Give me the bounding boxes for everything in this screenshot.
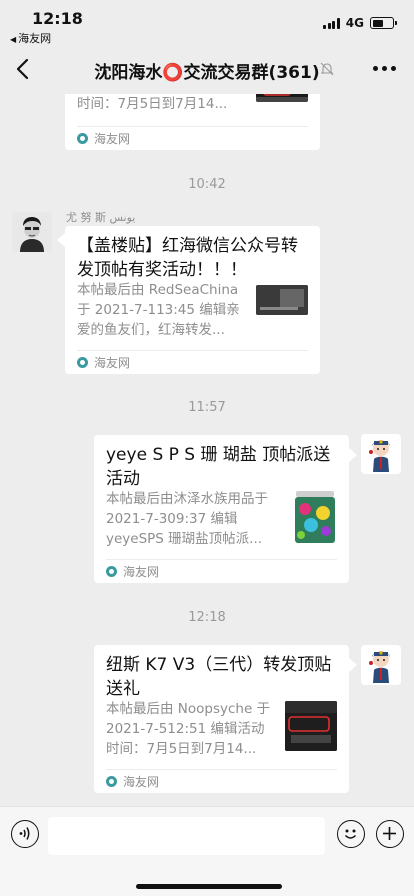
network-type: 4G	[345, 16, 364, 30]
card-thumbnail	[293, 491, 337, 543]
card-thumbnail	[256, 285, 308, 315]
source-logo-icon	[77, 133, 88, 144]
link-card-partial[interactable]: 时间：7月5日到7月14... 海友网	[65, 94, 320, 150]
link-card[interactable]: 【盖楼贴】红海微信公众号转发顶帖有奖活动！！！ 本帖最后由 RedSeaChin…	[65, 226, 320, 374]
link-card[interactable]: 纽斯 K7 V3（三代）转发顶贴送礼 本帖最后由 Noopsyche 于 202…	[94, 645, 349, 793]
card-description: 本帖最后由 RedSeaChina 于 2021-7-113:45 编辑亲爱的鱼…	[77, 282, 240, 338]
self-avatar[interactable]	[361, 645, 401, 685]
card-source: 海友网	[94, 356, 131, 370]
signal-icon	[323, 17, 340, 29]
sender-name: 尤 努 斯 يونس	[66, 211, 136, 224]
source-logo-icon	[77, 357, 88, 368]
card-title: 纽斯 K7 V3（三代）转发顶贴送礼	[106, 655, 332, 699]
card-source: 海友网	[123, 565, 160, 579]
timestamp-divider: 10:42	[188, 177, 226, 192]
self-avatar[interactable]	[361, 434, 401, 474]
status-indicators: 4G	[323, 16, 397, 30]
source-logo-icon	[106, 776, 117, 787]
plus-icon	[383, 827, 396, 840]
back-triangle-icon: ◀	[10, 35, 17, 44]
status-time: 12:18	[32, 9, 83, 28]
card-thumbnail	[285, 701, 337, 751]
smiley-icon	[344, 829, 357, 839]
card-footer: 海友网	[106, 769, 337, 793]
card-source: 海友网	[94, 132, 131, 146]
card-source: 海友网	[123, 775, 160, 789]
nav-bar: 沈阳海水⭕交流交易群(361)	[0, 44, 414, 94]
status-bar: 12:18 ◀ 海友网 4G	[0, 0, 414, 45]
timestamp-divider: 11:57	[188, 400, 226, 415]
card-description: 本帖最后由沐泽水族用品于 2021-7-309:37 编辑 yeyeSPS 珊瑚…	[106, 491, 268, 547]
voice-input-button[interactable]	[11, 820, 39, 848]
card-footer: 海友网	[106, 559, 337, 583]
mute-bell-icon	[320, 62, 334, 76]
card-thumbnail	[256, 94, 308, 102]
voice-wave-icon	[19, 827, 30, 840]
timestamp-divider: 12:18	[188, 610, 226, 625]
chat-title: 沈阳海水⭕交流交易群(361)	[94, 63, 320, 83]
input-bar	[0, 806, 414, 896]
emoji-button[interactable]	[337, 820, 365, 848]
link-card[interactable]: yeye S P S 珊 瑚盐 顶帖派送活动 本帖最后由沐泽水族用品于 2021…	[94, 435, 349, 583]
chat-message-list[interactable]: 时间：7月5日到7月14... 海友网 10:42 尤 努 斯 يونس 【盖楼…	[0, 94, 414, 806]
home-indicator[interactable]	[136, 884, 282, 889]
more-functions-button[interactable]	[376, 820, 404, 848]
source-logo-icon	[106, 566, 117, 577]
card-title: yeye S P S 珊 瑚盐 顶帖派送活动	[106, 445, 331, 489]
card-title: 【盖楼贴】红海微信公众号转发顶帖有奖活动！！！	[77, 236, 298, 280]
bubble-tail	[349, 658, 357, 672]
bubble-tail	[349, 448, 357, 462]
card-description: 时间：7月5日到7月14...	[77, 96, 228, 112]
sender-avatar[interactable]	[12, 212, 52, 252]
more-options-icon[interactable]	[373, 66, 396, 71]
battery-icon	[370, 17, 397, 29]
card-footer: 海友网	[77, 350, 308, 374]
bubble-tail	[57, 233, 65, 247]
message-input[interactable]	[48, 817, 325, 855]
card-footer: 海友网	[77, 126, 308, 150]
card-description: 本帖最后由 Noopsyche 于 2021-7-512:51 编辑活动时间：7…	[106, 701, 271, 757]
